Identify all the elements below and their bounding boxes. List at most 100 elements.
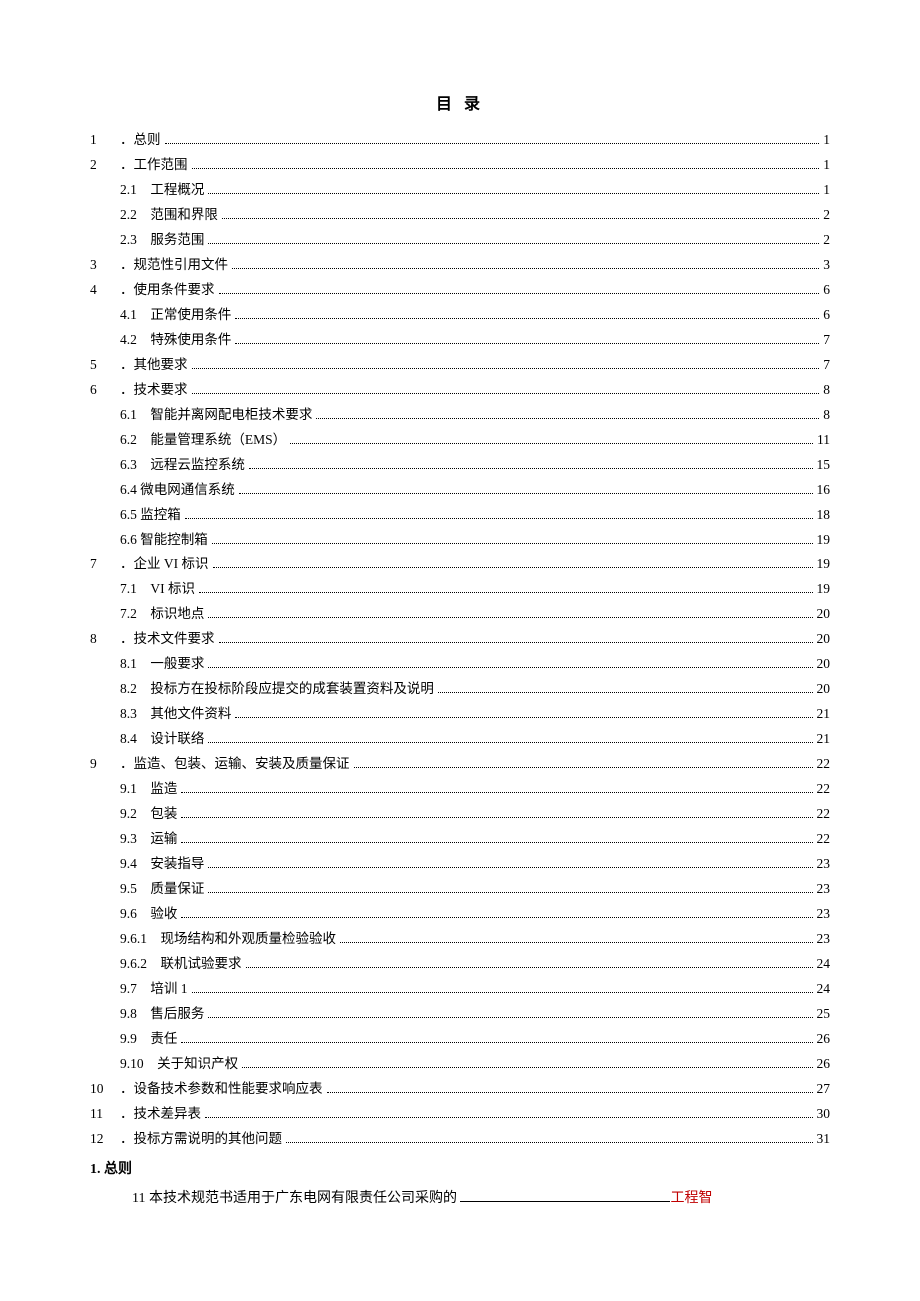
toc-label: 9.9 责任: [120, 1027, 177, 1052]
toc-label: ．企业 VI 标识: [120, 552, 209, 577]
body-text-part1: 11 本技术规范书适用于广东电网有限责任公司采购的: [132, 1191, 460, 1206]
toc-number: 6: [90, 378, 120, 403]
toc-label: ．总则: [120, 128, 161, 153]
toc-label: 6.4 微电网通信系统: [120, 478, 235, 503]
toc-row: 9.3 运输22: [90, 827, 830, 852]
toc-leader-dots: [181, 783, 812, 793]
toc-leader-dots: [205, 1107, 813, 1117]
toc-leader-dots: [208, 858, 812, 868]
toc-label: ．技术要求: [120, 378, 188, 403]
toc-leader-dots: [242, 1057, 812, 1067]
toc-page: 20: [817, 677, 831, 702]
toc-row: 9.10 关于知识产权 26: [90, 1052, 830, 1077]
toc-label: 6.5 监控箱: [120, 503, 181, 528]
toc-leader-dots: [181, 1032, 812, 1042]
toc-page: 21: [817, 702, 831, 727]
toc-leader-dots: [235, 333, 819, 343]
toc-row: 8.4 设计联络21: [90, 727, 830, 752]
toc-label: 9.6.1 现场结构和外观质量检验验收: [120, 927, 336, 952]
toc-page: 20: [817, 627, 831, 652]
toc-number: 9: [90, 752, 120, 777]
toc-row: 4.1 正常使用条件6: [90, 303, 830, 328]
toc-number: 10: [90, 1077, 120, 1102]
toc-leader-dots: [235, 308, 819, 318]
toc-row: 12．投标方需说明的其他问题 31: [90, 1127, 830, 1152]
toc-row: 6.4 微电网通信系统16: [90, 478, 830, 503]
toc-row: 8.3 其他文件资料 21: [90, 702, 830, 727]
toc-leader-dots: [208, 233, 819, 243]
fill-in-blank: [460, 1187, 670, 1202]
toc-page: 27: [817, 1077, 831, 1102]
toc-leader-dots: [192, 383, 820, 393]
toc-row: 8.2 投标方在投标阶段应提交的成套装置资料及说明20: [90, 677, 830, 702]
toc-label: 7.2 标识地点: [120, 602, 204, 627]
toc-row: 1．总则1: [90, 128, 830, 153]
toc-page: 31: [817, 1127, 831, 1152]
toc-number: 12: [90, 1127, 120, 1152]
toc-row: 5．其他要求7: [90, 353, 830, 378]
toc-row: 7.1 VI 标识19: [90, 577, 830, 602]
toc-page: 23: [817, 877, 831, 902]
toc-leader-dots: [290, 433, 813, 443]
toc-row: 8.1 一般要求20: [90, 652, 830, 677]
toc-leader-dots: [208, 184, 819, 194]
toc-row: 9.2 包装22: [90, 802, 830, 827]
toc-page: 8: [823, 403, 830, 428]
toc-page: 8: [823, 378, 830, 403]
toc-page: 6: [823, 278, 830, 303]
toc-row: 2．工作范围1: [90, 153, 830, 178]
toc-row: 9.4 安装指导23: [90, 852, 830, 877]
toc-leader-dots: [185, 508, 813, 518]
toc-page: 26: [817, 1027, 831, 1052]
toc-page: 22: [817, 752, 831, 777]
toc-label: 9.6 验收: [120, 902, 177, 927]
toc-row: 9.6 验收 23: [90, 902, 830, 927]
toc-page: 7: [823, 353, 830, 378]
toc-page: 25: [817, 1002, 831, 1027]
toc-page: 1: [823, 178, 830, 203]
toc-number: 5: [90, 353, 120, 378]
toc-page: 20: [817, 602, 831, 627]
toc-label: ．投标方需说明的其他问题: [120, 1127, 282, 1152]
toc-leader-dots: [232, 258, 819, 268]
toc-leader-dots: [212, 533, 813, 543]
toc-label: 6.6 智能控制箱: [120, 528, 208, 553]
toc-leader-dots: [327, 1082, 813, 1092]
toc-page: 22: [817, 802, 831, 827]
toc-label: 8.3 其他文件资料: [120, 702, 231, 727]
toc-page: 24: [817, 952, 831, 977]
toc-label: ．工作范围: [120, 153, 188, 178]
toc-row: 6.2 能量管理系统（EMS）11: [90, 428, 830, 453]
toc-label: ．使用条件要求: [120, 278, 215, 303]
toc-leader-dots: [222, 208, 819, 218]
toc-page: 19: [817, 552, 831, 577]
toc-leader-dots: [208, 1007, 812, 1017]
toc-row: 9.1 监造22: [90, 777, 830, 802]
toc-row: 9.8 售后服务 25: [90, 1002, 830, 1027]
toc-leader-dots: [249, 458, 813, 468]
toc-page: 22: [817, 777, 831, 802]
toc-number: 7: [90, 552, 120, 577]
toc-page: 1: [823, 153, 830, 178]
toc-page: 22: [817, 827, 831, 852]
toc-label: 2.1 工程概况: [120, 178, 204, 203]
toc-leader-dots: [181, 833, 812, 843]
toc-row: 6.5 监控箱18: [90, 503, 830, 528]
toc-label: ．规范性引用文件: [120, 253, 228, 278]
toc-label: 4.2 特殊使用条件: [120, 328, 231, 353]
toc-page: 26: [817, 1052, 831, 1077]
toc-row: 9.6.1 现场结构和外观质量检验验收23: [90, 927, 830, 952]
toc-label: 9.10 关于知识产权: [120, 1052, 238, 1077]
toc-row: 4．使用条件要求 6: [90, 278, 830, 303]
toc-label: 9.8 售后服务: [120, 1002, 204, 1027]
table-of-contents: 1．总则12．工作范围12.1 工程概况12.2 范围和界限22.3 服务范围2…: [90, 128, 830, 1152]
toc-row: 6.1 智能并离网配电柜技术要求8: [90, 403, 830, 428]
toc-leader-dots: [208, 608, 812, 618]
toc-page: 23: [817, 902, 831, 927]
toc-page: 24: [817, 977, 831, 1002]
toc-row: 6.3 远程云监控系统15: [90, 453, 830, 478]
toc-row: 9.7 培训 124: [90, 977, 830, 1002]
toc-number: 3: [90, 253, 120, 278]
toc-number: 4: [90, 278, 120, 303]
toc-label: ．设备技术参数和性能要求响应表: [120, 1077, 323, 1102]
